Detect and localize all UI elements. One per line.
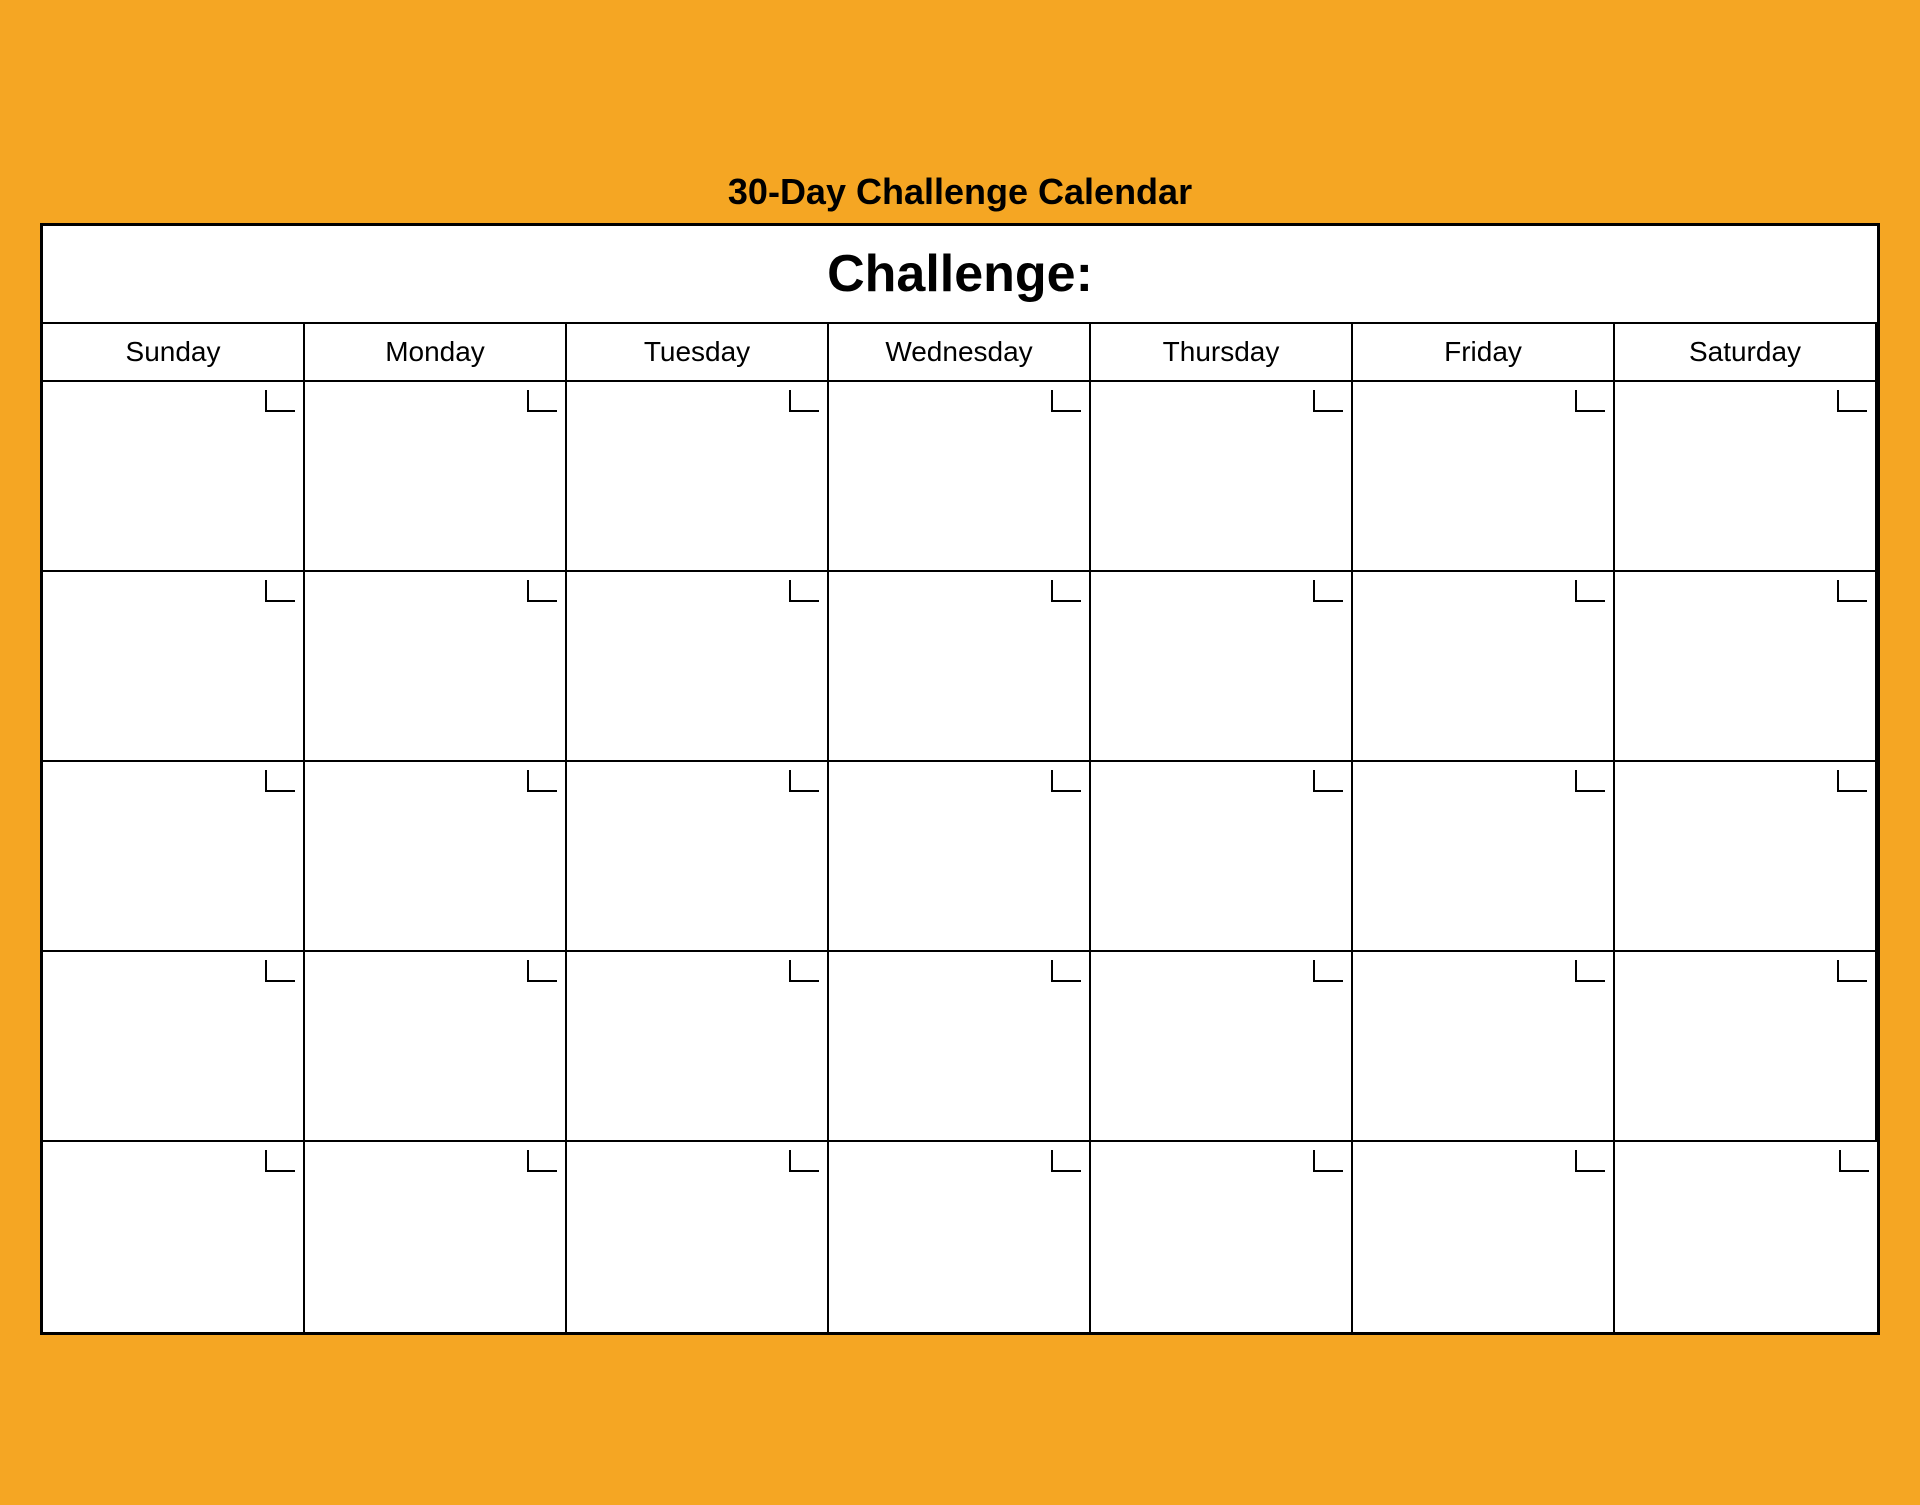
- cell-corner: [789, 960, 819, 982]
- cell-r5c3[interactable]: [567, 1142, 829, 1332]
- cell-corner: [1051, 770, 1081, 792]
- page-wrapper: 30-Day Challenge Calendar Challenge: Sun…: [20, 20, 1900, 1485]
- cell-r5c2[interactable]: [305, 1142, 567, 1332]
- cell-corner: [1313, 390, 1343, 412]
- cell-corner: [527, 390, 557, 412]
- cell-r4c7[interactable]: [1615, 952, 1877, 1142]
- cell-corner: [1313, 580, 1343, 602]
- cell-corner: [1839, 1150, 1869, 1172]
- cell-corner: [1051, 1150, 1081, 1172]
- header-saturday: Saturday: [1615, 324, 1877, 382]
- cell-corner: [1837, 770, 1867, 792]
- header-monday: Monday: [305, 324, 567, 382]
- cell-r2c7[interactable]: [1615, 572, 1877, 762]
- cell-r3c3[interactable]: [567, 762, 829, 952]
- cell-corner: [1051, 960, 1081, 982]
- header-friday: Friday: [1353, 324, 1615, 382]
- cell-r5c4[interactable]: [829, 1142, 1091, 1332]
- cell-r1c6[interactable]: [1353, 382, 1615, 572]
- cell-corner: [1575, 960, 1605, 982]
- cell-corner: [1575, 580, 1605, 602]
- header-wednesday: Wednesday: [829, 324, 1091, 382]
- calendar-grid: Sunday Monday Tuesday Wednesday Thursday…: [43, 324, 1877, 1332]
- cell-r2c6[interactable]: [1353, 572, 1615, 762]
- cell-r4c1[interactable]: [43, 952, 305, 1142]
- cell-r2c1[interactable]: [43, 572, 305, 762]
- cell-r5c1[interactable]: [43, 1142, 305, 1332]
- cell-corner: [265, 580, 295, 602]
- cell-r3c5[interactable]: [1091, 762, 1353, 952]
- cell-corner: [1837, 960, 1867, 982]
- cell-r1c5[interactable]: [1091, 382, 1353, 572]
- cell-r3c6[interactable]: [1353, 762, 1615, 952]
- cell-corner: [789, 1150, 819, 1172]
- cell-r2c5[interactable]: [1091, 572, 1353, 762]
- cell-r1c4[interactable]: [829, 382, 1091, 572]
- cell-r2c3[interactable]: [567, 572, 829, 762]
- cell-corner: [1313, 960, 1343, 982]
- cell-corner: [1575, 390, 1605, 412]
- cell-corner: [1575, 770, 1605, 792]
- cell-r4c5[interactable]: [1091, 952, 1353, 1142]
- cell-r5c6[interactable]: [1353, 1142, 1615, 1332]
- cell-r3c2[interactable]: [305, 762, 567, 952]
- cell-corner: [789, 390, 819, 412]
- cell-corner: [265, 770, 295, 792]
- cell-r2c2[interactable]: [305, 572, 567, 762]
- cell-r4c4[interactable]: [829, 952, 1091, 1142]
- page-title: 30-Day Challenge Calendar: [728, 171, 1192, 213]
- cell-corner: [789, 770, 819, 792]
- cell-r4c2[interactable]: [305, 952, 567, 1142]
- cell-corner: [1313, 770, 1343, 792]
- cell-corner: [527, 960, 557, 982]
- cell-corner: [527, 580, 557, 602]
- cell-r5c7[interactable]: [1615, 1142, 1877, 1332]
- calendar-container: Challenge: Sunday Monday Tuesday Wednesd…: [40, 223, 1880, 1335]
- cell-corner: [265, 1150, 295, 1172]
- cell-r3c7[interactable]: [1615, 762, 1877, 952]
- challenge-header: Challenge:: [43, 226, 1877, 324]
- cell-corner: [1837, 580, 1867, 602]
- cell-r3c1[interactable]: [43, 762, 305, 952]
- cell-corner: [527, 770, 557, 792]
- cell-corner: [1575, 1150, 1605, 1172]
- cell-corner: [1051, 580, 1081, 602]
- cell-r1c3[interactable]: [567, 382, 829, 572]
- cell-r1c1[interactable]: [43, 382, 305, 572]
- cell-corner: [789, 580, 819, 602]
- cell-r5c5[interactable]: [1091, 1142, 1353, 1332]
- header-tuesday: Tuesday: [567, 324, 829, 382]
- cell-r1c2[interactable]: [305, 382, 567, 572]
- cell-r4c6[interactable]: [1353, 952, 1615, 1142]
- cell-r2c4[interactable]: [829, 572, 1091, 762]
- cell-corner: [265, 960, 295, 982]
- cell-corner: [265, 390, 295, 412]
- header-sunday: Sunday: [43, 324, 305, 382]
- cell-corner: [1837, 390, 1867, 412]
- cell-corner: [1051, 390, 1081, 412]
- header-thursday: Thursday: [1091, 324, 1353, 382]
- cell-corner: [527, 1150, 557, 1172]
- cell-r3c4[interactable]: [829, 762, 1091, 952]
- cell-r1c7[interactable]: [1615, 382, 1877, 572]
- cell-corner: [1313, 1150, 1343, 1172]
- cell-r4c3[interactable]: [567, 952, 829, 1142]
